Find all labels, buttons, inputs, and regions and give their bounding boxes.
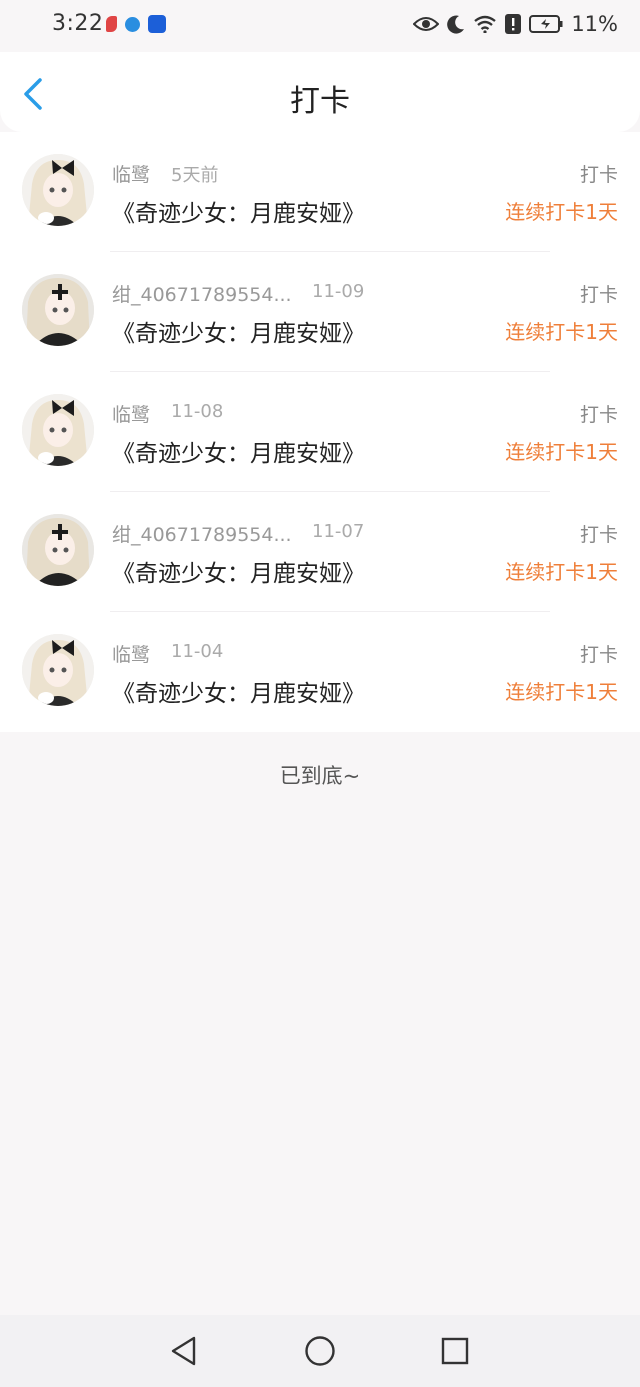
list-item[interactable]: 临鹭 11-08 《奇迹少女：月鹿安娅》 打卡 连续打卡1天 bbox=[0, 372, 640, 492]
username[interactable]: 临鹭 bbox=[112, 640, 150, 667]
list-item[interactable]: 绀_40671789554... 11-09 《奇迹少女：月鹿安娅》 打卡 连续… bbox=[0, 252, 640, 372]
list-item[interactable]: 临鹭 11-04 《奇迹少女：月鹿安娅》 打卡 连续打卡1天 bbox=[0, 612, 640, 732]
wifi-icon bbox=[474, 15, 497, 33]
book-title[interactable]: 《奇迹少女：月鹿安娅》 bbox=[112, 554, 365, 588]
avatar[interactable] bbox=[22, 394, 94, 466]
action-label: 打卡 bbox=[579, 284, 618, 306]
list-item[interactable]: 临鹭 5天前 《奇迹少女：月鹿安娅》 打卡 连续打卡1天 bbox=[0, 132, 640, 252]
username[interactable]: 绀_40671789554... bbox=[112, 520, 292, 547]
streak-label: 连续打卡1天 bbox=[505, 320, 618, 344]
username[interactable]: 临鹭 bbox=[112, 400, 150, 427]
checkin-list: 临鹭 5天前 《奇迹少女：月鹿安娅》 打卡 连续打卡1天 绀_406717895… bbox=[0, 132, 640, 732]
avatar[interactable] bbox=[22, 274, 94, 346]
checkin-time: 11-07 bbox=[312, 521, 365, 542]
username[interactable]: 临鹭 bbox=[112, 160, 150, 187]
status-bar: 3:22 11% bbox=[0, 0, 640, 52]
action-label: 打卡 bbox=[579, 644, 618, 666]
browser-notification-icon bbox=[125, 16, 140, 32]
book-title[interactable]: 《奇迹少女：月鹿安娅》 bbox=[112, 434, 365, 468]
action-label: 打卡 bbox=[579, 524, 618, 546]
app-notification-icon bbox=[106, 16, 117, 32]
screen: 3:22 11% 打卡 临鹭 5天前 《奇迹少女：月鹿安娅》 打卡 连续打卡1天… bbox=[0, 0, 640, 1387]
action-label: 打卡 bbox=[579, 404, 618, 426]
book-title[interactable]: 《奇迹少女：月鹿安娅》 bbox=[112, 674, 365, 708]
recents-square-icon[interactable] bbox=[437, 1333, 473, 1369]
avatar[interactable] bbox=[22, 154, 94, 226]
list-item[interactable]: 绀_40671789554... 11-07 《奇迹少女：月鹿安娅》 打卡 连续… bbox=[0, 492, 640, 612]
action-label: 打卡 bbox=[579, 164, 618, 186]
battery-percent: 11% bbox=[571, 12, 618, 36]
page-title: 打卡 bbox=[290, 84, 350, 119]
notification-icons bbox=[106, 15, 166, 33]
streak-label: 连续打卡1天 bbox=[505, 440, 618, 464]
end-of-list-text: 已到底~ bbox=[279, 764, 361, 788]
avatar[interactable] bbox=[22, 634, 94, 706]
status-time: 3:22 bbox=[52, 11, 104, 36]
streak-label: 连续打卡1天 bbox=[505, 680, 618, 704]
battery-icon bbox=[529, 15, 563, 33]
streak-label: 连续打卡1天 bbox=[505, 560, 618, 584]
eye-icon bbox=[413, 17, 440, 31]
checkin-time: 11-09 bbox=[312, 281, 365, 302]
checkin-time: 11-08 bbox=[171, 401, 224, 422]
back-triangle-icon[interactable] bbox=[166, 1333, 202, 1369]
streak-label: 连续打卡1天 bbox=[505, 200, 618, 224]
checkin-time: 5天前 bbox=[171, 165, 219, 186]
username[interactable]: 绀_40671789554... bbox=[112, 280, 292, 307]
shield-notification-icon bbox=[148, 15, 166, 33]
moon-icon bbox=[447, 15, 465, 34]
checkin-time: 11-04 bbox=[171, 641, 224, 662]
header-bar: 打卡 bbox=[0, 52, 640, 132]
home-circle-icon[interactable] bbox=[302, 1333, 338, 1369]
alert-icon bbox=[505, 14, 522, 34]
avatar[interactable] bbox=[22, 514, 94, 586]
book-title[interactable]: 《奇迹少女：月鹿安娅》 bbox=[112, 314, 365, 348]
status-icons: 11% bbox=[413, 12, 618, 36]
book-title[interactable]: 《奇迹少女：月鹿安娅》 bbox=[112, 194, 365, 228]
system-nav-bar bbox=[0, 1315, 640, 1387]
